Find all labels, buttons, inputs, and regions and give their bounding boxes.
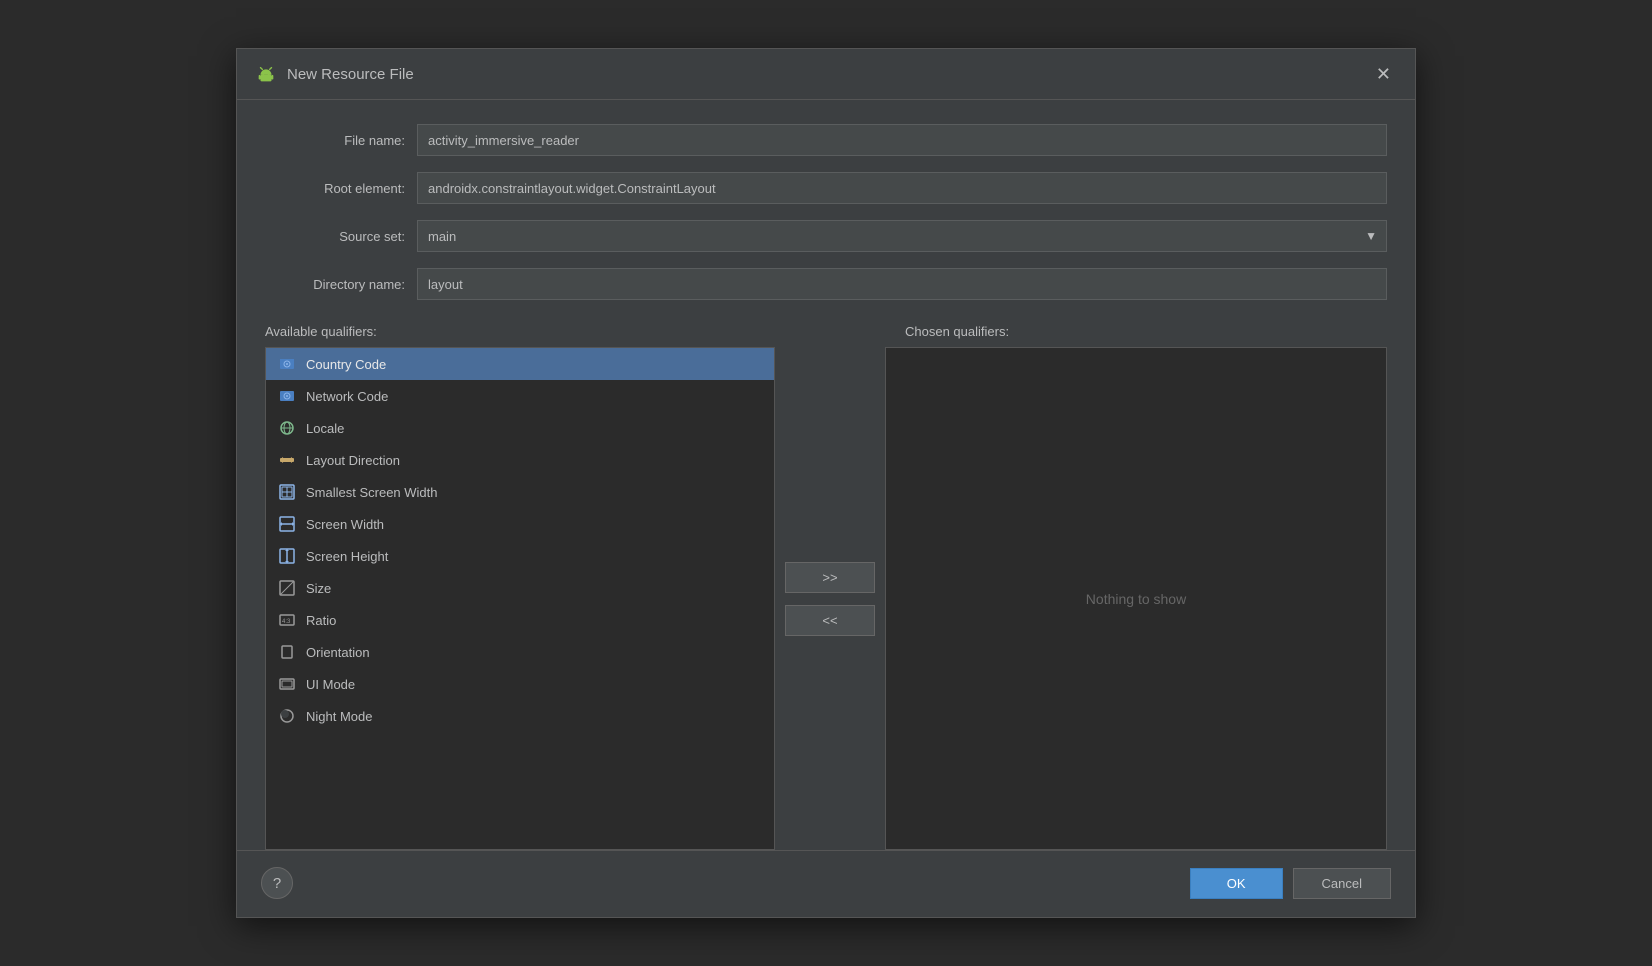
file-name-label: File name: (265, 133, 405, 148)
qualifier-list-item[interactable]: Locale (266, 412, 774, 444)
qualifiers-section: Available qualifiers: Chosen qualifiers:… (237, 316, 1415, 850)
qualifier-list-item[interactable]: 4:3 Ratio (266, 604, 774, 636)
qualifier-item-label: Network Code (306, 389, 388, 404)
file-name-input[interactable] (417, 124, 1387, 156)
file-name-row: File name: (265, 124, 1387, 156)
qualifier-icon (278, 707, 296, 725)
directory-name-row: Directory name: (265, 268, 1387, 300)
chosen-qualifiers-panel: Nothing to show (885, 347, 1387, 850)
qualifier-icon (278, 515, 296, 533)
qualifier-item-label: Ratio (306, 613, 336, 628)
directory-name-label: Directory name: (265, 277, 405, 292)
available-qualifiers-label: Available qualifiers: (265, 324, 785, 339)
available-qualifiers-list[interactable]: Country Code Network Code Locale Layout Dir… (265, 347, 775, 850)
qualifier-item-label: Orientation (306, 645, 370, 660)
android-icon (255, 63, 277, 85)
qualifier-list-item[interactable]: Country Code (266, 348, 774, 380)
directory-name-input[interactable] (417, 268, 1387, 300)
qualifier-item-label: Screen Width (306, 517, 384, 532)
qualifier-item-label: Screen Height (306, 549, 388, 564)
qualifier-icon (278, 643, 296, 661)
qualifier-item-label: Night Mode (306, 709, 372, 724)
qualifier-list-item[interactable]: UI Mode (266, 668, 774, 700)
source-set-row: Source set: main ▼ (265, 220, 1387, 252)
qualifier-list-item[interactable]: Night Mode (266, 700, 774, 732)
source-set-label: Source set: (265, 229, 405, 244)
cancel-button[interactable]: Cancel (1293, 868, 1391, 899)
form-area: File name: Root element: Source set: mai… (237, 100, 1415, 316)
qualifier-list-item[interactable]: Screen Width (266, 508, 774, 540)
new-resource-file-dialog: New Resource File ✕ File name: Root elem… (236, 48, 1416, 918)
title-bar-left: New Resource File (255, 63, 414, 85)
qualifiers-header-row: Available qualifiers: Chosen qualifiers: (265, 324, 1387, 339)
title-bar: New Resource File ✕ (237, 49, 1415, 100)
source-set-wrapper: main ▼ (417, 220, 1387, 252)
qualifier-icon (278, 451, 296, 469)
nothing-to-show-text: Nothing to show (1086, 591, 1186, 607)
qualifier-list-item[interactable]: Network Code (266, 380, 774, 412)
qualifier-item-label: Smallest Screen Width (306, 485, 438, 500)
source-set-select[interactable]: main (417, 220, 1387, 252)
root-element-label: Root element: (265, 181, 405, 196)
qualifier-list-item[interactable]: Screen Height (266, 540, 774, 572)
qualifier-list-item[interactable]: Smallest Screen Width (266, 476, 774, 508)
qualifier-item-label: Locale (306, 421, 344, 436)
qualifier-icon (278, 355, 296, 373)
add-qualifier-button[interactable]: >> (785, 562, 875, 593)
qualifier-icon (278, 419, 296, 437)
qualifier-list-item[interactable]: Layout Direction (266, 444, 774, 476)
help-button[interactable]: ? (261, 867, 293, 899)
footer-buttons: OK Cancel (1190, 868, 1391, 899)
qualifier-item-label: UI Mode (306, 677, 355, 692)
qualifier-item-label: Layout Direction (306, 453, 400, 468)
qualifier-icon (278, 675, 296, 693)
qualifier-icon (278, 483, 296, 501)
remove-qualifier-button[interactable]: << (785, 605, 875, 636)
dialog-title: New Resource File (287, 66, 414, 83)
chosen-qualifiers-label: Chosen qualifiers: (905, 324, 1009, 339)
root-element-row: Root element: (265, 172, 1387, 204)
qualifier-icon: 4:3 (278, 611, 296, 629)
qualifier-buttons-column: >> << (775, 347, 885, 850)
qualifier-icon (278, 387, 296, 405)
ok-button[interactable]: OK (1190, 868, 1283, 899)
qualifier-item-label: Country Code (306, 357, 386, 372)
qualifier-icon (278, 547, 296, 565)
qualifier-item-label: Size (306, 581, 331, 596)
qualifier-list-item[interactable]: Size (266, 572, 774, 604)
qualifier-list-item[interactable]: Orientation (266, 636, 774, 668)
svg-text:4:3: 4:3 (282, 619, 291, 625)
root-element-input[interactable] (417, 172, 1387, 204)
qualifier-icon (278, 579, 296, 597)
dialog-footer: ? OK Cancel (237, 850, 1415, 917)
close-button[interactable]: ✕ (1370, 63, 1397, 85)
qualifiers-main: Country Code Network Code Locale Layout Dir… (265, 347, 1387, 850)
